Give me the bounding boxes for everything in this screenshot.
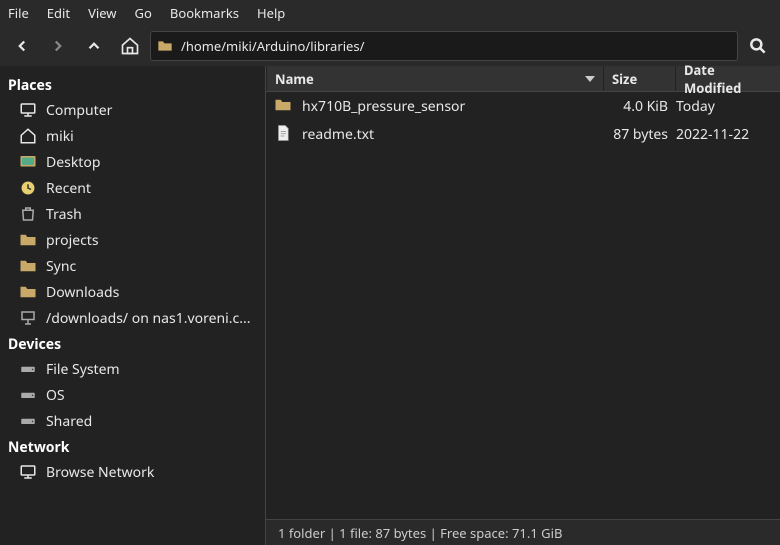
sidebar-item-file-system[interactable]: File System <box>0 356 265 382</box>
sidebar-item-recent[interactable]: Recent <box>0 175 265 201</box>
file-row[interactable]: readme.txt87 bytes2022-11-22 <box>266 120 780 148</box>
menu-go[interactable]: Go <box>135 4 152 22</box>
sidebar-section-devices: Devices <box>0 331 265 356</box>
text-file-icon <box>274 124 294 144</box>
column-headers: Name Size Date Modified <box>266 66 780 92</box>
content-pane: Name Size Date Modified hx710B_pressure_… <box>265 66 780 545</box>
up-button[interactable] <box>78 30 110 62</box>
sidebar-item-label: Shared <box>46 412 92 431</box>
sidebar-item-label: File System <box>46 360 120 379</box>
back-button[interactable] <box>6 30 38 62</box>
sidebar-item-miki[interactable]: miki <box>0 123 265 149</box>
sidebar-item-label: projects <box>46 231 99 250</box>
column-date[interactable]: Date Modified <box>676 66 780 91</box>
sort-down-icon <box>585 74 595 84</box>
home-icon <box>120 36 140 56</box>
home-icon <box>18 126 38 146</box>
sidebar-item-label: Computer <box>46 101 112 120</box>
sidebar-item-label: OS <box>46 386 65 405</box>
sidebar-item-desktop[interactable]: Desktop <box>0 149 265 175</box>
folder-icon <box>18 256 38 276</box>
trash-icon <box>18 204 38 224</box>
file-name: hx710B_pressure_sensor <box>302 97 604 116</box>
sidebar-item-label: Browse Network <box>46 463 154 482</box>
desktop-icon <box>18 152 38 172</box>
menu-file[interactable]: File <box>8 4 29 22</box>
sidebar-item-label: Sync <box>46 257 76 276</box>
network-icon <box>18 462 38 482</box>
status-text: 1 folder | 1 file: 87 bytes | Free space… <box>278 524 562 542</box>
home-button[interactable] <box>114 30 146 62</box>
sidebar-item-label: /downloads/ on nas1.voreni.c... <box>46 309 250 328</box>
menu-edit[interactable]: Edit <box>47 4 70 22</box>
file-list: hx710B_pressure_sensor4.0 KiBTodayreadme… <box>266 92 780 519</box>
column-name[interactable]: Name <box>266 66 604 91</box>
sidebar-item-label: Recent <box>46 179 91 198</box>
folder-icon <box>157 38 173 54</box>
sidebar-item-computer[interactable]: Computer <box>0 97 265 123</box>
sidebar-item-label: Desktop <box>46 153 100 172</box>
column-size[interactable]: Size <box>604 66 676 91</box>
folder-icon <box>18 282 38 302</box>
toolbar <box>0 26 780 66</box>
file-row[interactable]: hx710B_pressure_sensor4.0 KiBToday <box>266 92 780 120</box>
folder-icon <box>274 96 294 116</box>
file-name: readme.txt <box>302 125 604 144</box>
sidebar-item-sync[interactable]: Sync <box>0 253 265 279</box>
menu-bookmarks[interactable]: Bookmarks <box>170 4 239 22</box>
chevron-left-icon <box>13 37 31 55</box>
network-folder-icon <box>18 308 38 328</box>
folder-icon <box>18 230 38 250</box>
sidebar-item-browse-network[interactable]: Browse Network <box>0 459 265 485</box>
sidebar-item-os[interactable]: OS <box>0 382 265 408</box>
menubar: File Edit View Go Bookmarks Help <box>0 0 780 26</box>
file-size: 87 bytes <box>604 125 676 144</box>
search-button[interactable] <box>742 30 774 62</box>
path-input[interactable] <box>181 37 731 55</box>
sidebar-item-label: Downloads <box>46 283 119 302</box>
menu-view[interactable]: View <box>88 4 116 22</box>
sidebar-item-shared[interactable]: Shared <box>0 408 265 434</box>
drive-icon <box>18 385 38 405</box>
file-size: 4.0 KiB <box>604 97 676 116</box>
forward-button[interactable] <box>42 30 74 62</box>
sidebar-item-downloads[interactable]: Downloads <box>0 279 265 305</box>
sidebar: Places Computer miki Desktop Recent Trash proj… <box>0 66 265 545</box>
recent-icon <box>18 178 38 198</box>
drive-icon <box>18 411 38 431</box>
sidebar-item-trash[interactable]: Trash <box>0 201 265 227</box>
sidebar-item-projects[interactable]: projects <box>0 227 265 253</box>
sidebar-item-label: Trash <box>46 205 82 224</box>
sidebar-item--downloads-on-nas1-voreni-c-[interactable]: /downloads/ on nas1.voreni.c... <box>0 305 265 331</box>
computer-icon <box>18 100 38 120</box>
chevron-up-icon <box>85 37 103 55</box>
column-name-label: Name <box>275 70 314 88</box>
file-date: 2022-11-22 <box>676 125 780 144</box>
statusbar: 1 folder | 1 file: 87 bytes | Free space… <box>266 519 780 545</box>
search-icon <box>748 36 768 56</box>
file-date: Today <box>676 97 780 116</box>
sidebar-item-label: miki <box>46 127 74 146</box>
sidebar-section-network: Network <box>0 434 265 459</box>
chevron-right-icon <box>49 37 67 55</box>
drive-icon <box>18 359 38 379</box>
sidebar-section-places: Places <box>0 72 265 97</box>
menu-help[interactable]: Help <box>257 4 285 22</box>
location-bar[interactable] <box>150 31 738 61</box>
